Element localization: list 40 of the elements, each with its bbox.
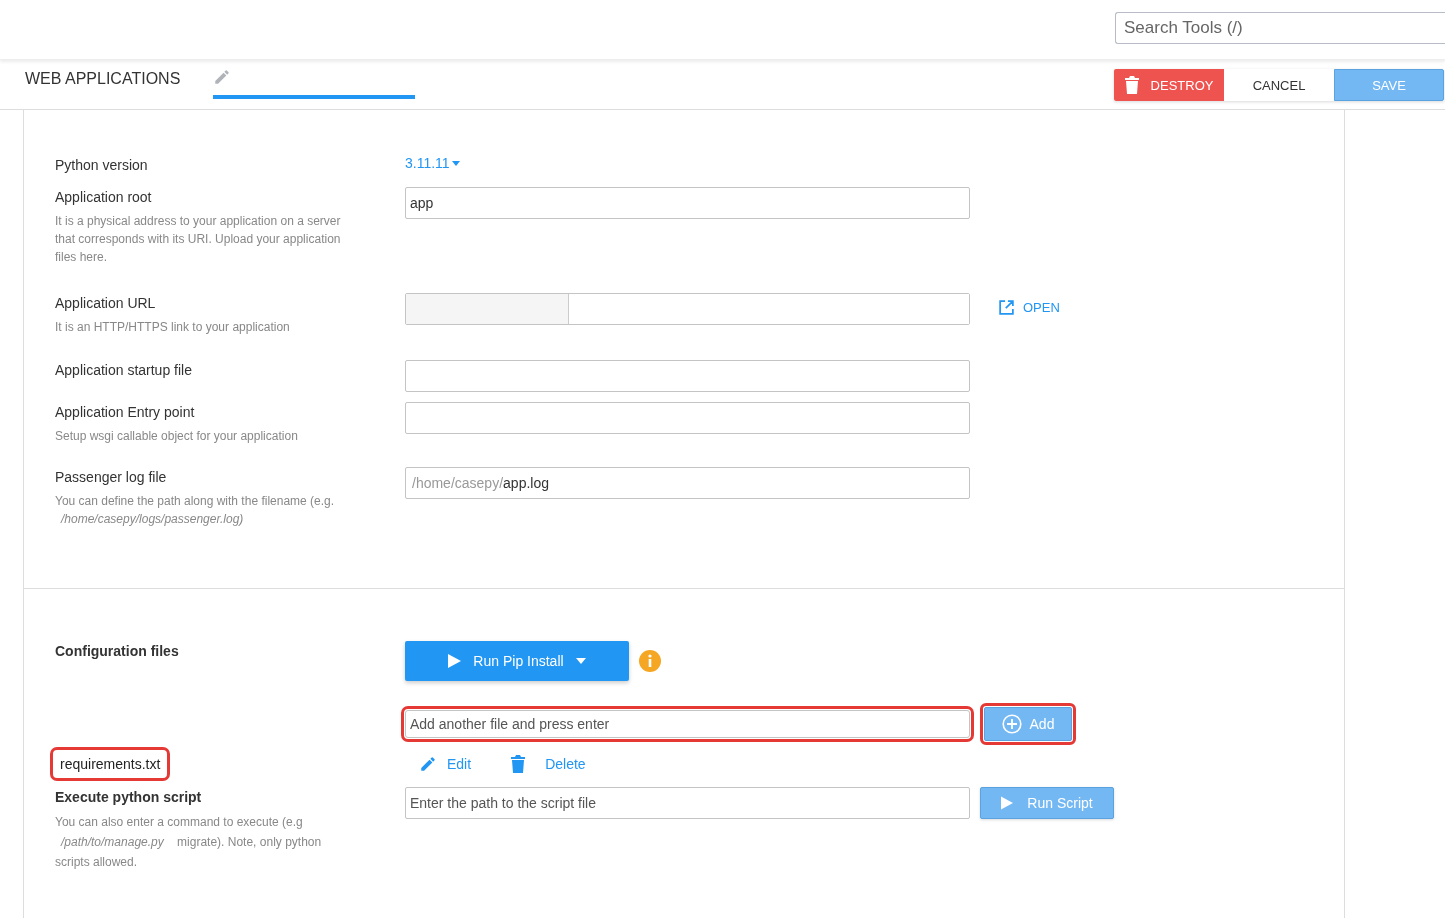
caret-icon	[575, 658, 586, 664]
destroy-button[interactable]: DESTROY	[1114, 69, 1224, 101]
trash-icon	[1124, 76, 1139, 94]
url-domain-field[interactable]	[406, 294, 569, 324]
run-pip-install-button[interactable]: Run Pip Install	[405, 641, 629, 681]
help-text: Setup wsgi callable object for your application	[55, 428, 299, 445]
field-label: Python version	[55, 156, 149, 173]
help-text: You can also enter a command to execute (e.g /path/to/manage.py migrate). Note, only python scripts allowed.	[55, 814, 323, 871]
field-label: Application root	[55, 188, 153, 205]
play-icon	[448, 654, 462, 668]
pencil-icon	[419, 755, 437, 773]
section-label: Execute python script	[55, 788, 203, 805]
text-field[interactable]	[405, 402, 970, 434]
pencil-icon[interactable]	[213, 68, 231, 86]
field-label: Application startup file	[55, 361, 193, 378]
field-label: Application Entry point	[55, 403, 196, 420]
url-field[interactable]	[405, 293, 970, 325]
cancel-button[interactable]: CANCEL	[1224, 69, 1334, 101]
path-prefix: /home/casepy/	[412, 475, 504, 491]
text-field[interactable]	[405, 360, 970, 392]
help-text: It is a physical address to your application on a server that corresponds with its URI. Upload your application files here.	[55, 213, 342, 266]
play-icon	[1001, 796, 1014, 810]
caret-icon	[451, 160, 460, 166]
open-link[interactable]: OPEN	[998, 299, 1344, 316]
external-link-icon	[998, 299, 1015, 316]
delete-link[interactable]: Delete	[511, 755, 586, 773]
log-file-field[interactable]: /home/casepy/app.log	[405, 467, 970, 499]
search-field[interactable]: Search Tools (/)	[1115, 12, 1445, 44]
help-text: You can define the path along with the filename (e.g. /home/casepy/logs/passenger.log)	[55, 493, 336, 528]
field-label: Passenger log file	[55, 468, 168, 485]
field-label: Application URL	[55, 294, 157, 311]
info-icon[interactable]	[639, 650, 661, 672]
text-field[interactable]: app	[405, 187, 970, 219]
section-label: Configuration files	[55, 642, 180, 659]
version-dropdown[interactable]: 3.11.11	[405, 155, 970, 171]
trash-icon	[511, 755, 526, 773]
plus-circle-icon	[1001, 714, 1022, 734]
help-text: It is an HTTP/HTTPS link to your application	[55, 319, 291, 336]
page-title: WEB APPLICATIONS	[25, 70, 182, 88]
edit-link[interactable]: Edit	[419, 755, 472, 773]
